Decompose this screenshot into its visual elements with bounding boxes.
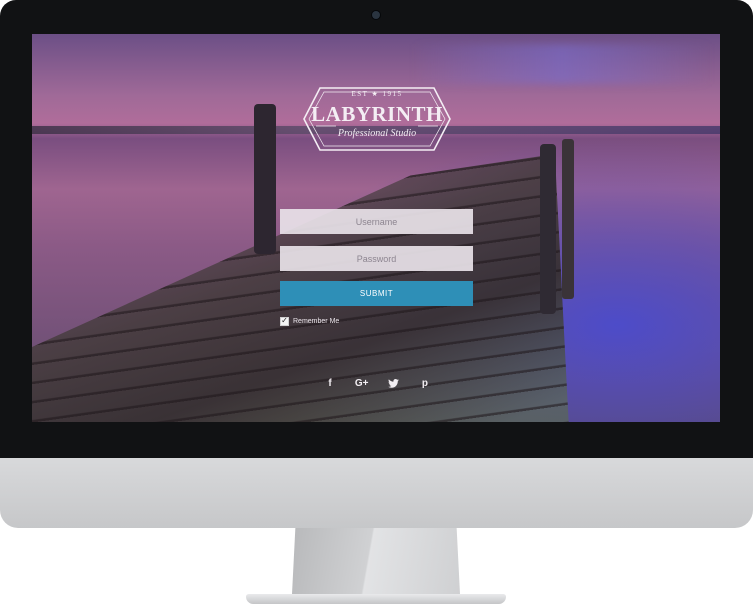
remember-me[interactable]: ✓ Remember Me xyxy=(280,315,339,327)
submit-button[interactable]: SUBMIT xyxy=(280,281,473,306)
twitter-bird-icon xyxy=(387,378,399,388)
logo-name: LABYRINTH xyxy=(311,102,443,126)
camera-icon xyxy=(372,11,380,19)
facebook-icon[interactable]: f xyxy=(320,376,340,390)
brand-logo: EST ★ 1915 LABYRINTH Professional Studio xyxy=(302,78,452,160)
checkmark-icon: ✓ xyxy=(281,316,288,325)
screen: EST ★ 1915 LABYRINTH Professional Studio… xyxy=(32,34,720,422)
google-plus-icon[interactable]: G+ xyxy=(352,376,372,390)
background-post xyxy=(562,139,574,299)
background-post xyxy=(254,104,276,254)
background-post xyxy=(540,144,556,314)
monitor-base xyxy=(246,594,506,604)
logo-established: EST ★ 1915 xyxy=(351,90,403,98)
social-links: f G+ p xyxy=(320,376,435,390)
monitor-chin xyxy=(0,458,753,528)
logo-tagline: Professional Studio xyxy=(337,128,417,139)
pinterest-icon[interactable]: p xyxy=(415,376,435,390)
background-sky xyxy=(412,44,712,84)
remember-label: Remember Me xyxy=(293,317,340,325)
monitor-stand xyxy=(292,528,460,594)
password-input[interactable] xyxy=(280,246,473,271)
twitter-icon[interactable] xyxy=(383,376,403,390)
username-input[interactable] xyxy=(280,209,473,234)
remember-checkbox[interactable]: ✓ xyxy=(280,316,289,326)
